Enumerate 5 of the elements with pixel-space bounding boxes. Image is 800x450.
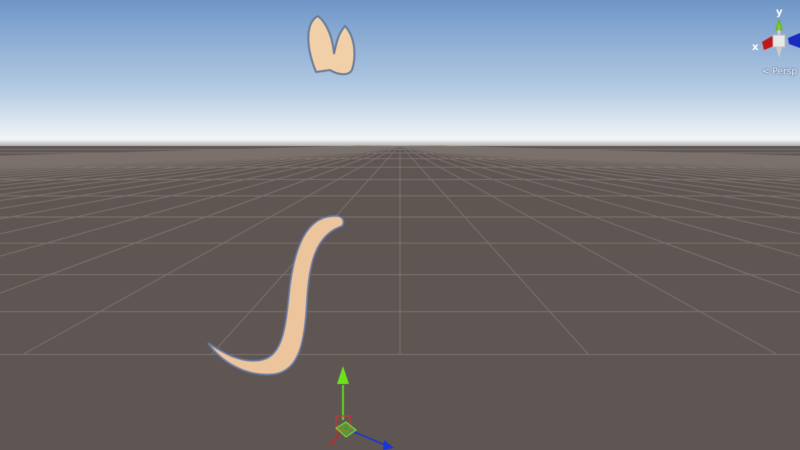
projection-label[interactable]: < Persp xyxy=(762,67,798,77)
x-axis-label: x xyxy=(752,43,758,53)
ears-shape xyxy=(307,15,356,76)
y-axis-label: y xyxy=(776,8,783,18)
axis-gizmo-drawing xyxy=(762,18,800,58)
